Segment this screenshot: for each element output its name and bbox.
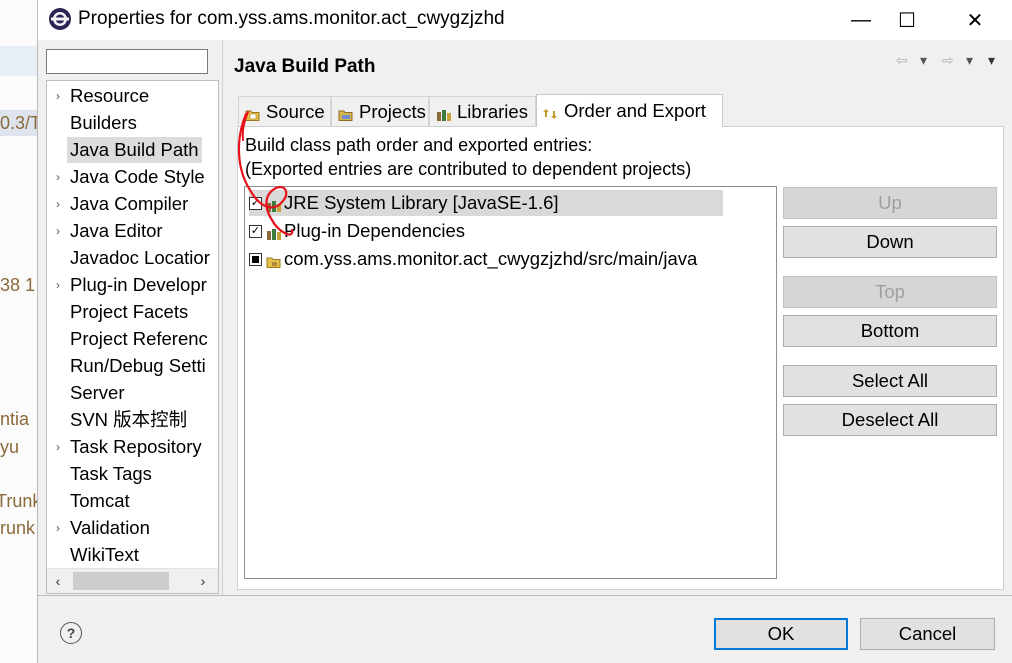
chevron-right-icon[interactable]: › [53,164,63,190]
background-editor-fragment: 0.3/T 38 1 ntia yu Trunk runk [0,0,37,663]
window-title: Properties for com.yss.ams.monitor.act_c… [78,8,505,29]
background-text: runk [0,518,36,538]
up-button[interactable]: Up [783,187,997,219]
properties-dialog: Properties for com.yss.ams.monitor.act_c… [37,0,1012,663]
maximize-button[interactable]: ☐ [884,0,930,40]
scroll-left-icon[interactable]: ‹ [47,569,69,593]
nav-item[interactable]: Java Code Style [70,164,205,190]
scrollbar-thumb[interactable] [73,572,169,590]
footer-separator [38,595,1012,596]
forward-arrow-icon[interactable]: ⇨ [942,52,954,69]
entry-label: Plug-in Dependencies [284,220,466,241]
tab-label: Projects [359,100,426,122]
nav-item[interactable]: Java Editor [70,218,163,244]
close-button[interactable]: ✕ [952,0,998,40]
property-page-tree[interactable]: › Resource Builders Java Build Path › Java Co… [46,80,219,594]
classpath-entries-list[interactable]: ✓ JRE System Library [JavaSE-1.6] ✓ Plug… [244,186,777,579]
nav-item[interactable]: Server [70,380,125,406]
down-button[interactable]: Down [783,226,997,258]
help-icon[interactable]: ? [60,622,82,644]
tree-horizontal-scrollbar[interactable]: ‹ › [47,568,218,593]
libraries-icon [436,105,452,121]
red-annotation-mark [237,111,294,236]
entry-label: JRE System Library [JavaSE-1.6] [284,192,559,213]
nav-item[interactable]: Run/Debug Setti [70,353,206,379]
nav-item[interactable]: Project Facets [70,299,188,325]
list-item[interactable]: com.yss.ams.monitor.act_cwygzjzhd/src/ma… [249,246,697,272]
chevron-right-icon[interactable]: › [53,515,63,541]
page-title: Java Build Path [234,56,376,77]
background-text: yu [0,437,20,457]
order-export-icon [543,104,559,119]
chevron-right-icon[interactable]: › [53,218,63,244]
top-button[interactable]: Top [783,276,997,308]
tab-label: Order and Export [564,100,706,121]
export-checkbox[interactable] [249,252,262,266]
background-text: Trunk [0,491,37,511]
nav-item[interactable]: Resource [70,83,149,109]
nav-item[interactable]: WikiText [70,542,139,568]
entry-label: com.yss.ams.monitor.act_cwygzjzhd/src/ma… [284,248,698,269]
back-arrow-icon[interactable]: ⇦ [896,52,908,69]
chevron-right-icon[interactable]: › [53,272,63,298]
nav-item[interactable]: Java Compiler [70,191,188,217]
cancel-button[interactable]: Cancel [860,618,995,650]
sash-divider[interactable] [222,40,223,595]
description-line-2: (Exported entries are contributed to dep… [245,159,692,179]
bottom-button[interactable]: Bottom [783,315,997,347]
title-bar[interactable]: Properties for com.yss.ams.monitor.act_c… [38,0,1012,40]
tab-label: Libraries [457,100,528,122]
nav-item[interactable]: Tomcat [70,488,130,514]
nav-item[interactable]: Task Tags [70,461,152,487]
list-item[interactable]: ✓ JRE System Library [JavaSE-1.6] [249,190,723,216]
chevron-right-icon[interactable]: › [53,434,63,460]
nav-item[interactable]: Javadoc Locatior [70,245,210,271]
eclipse-icon [49,8,71,30]
background-text: 38 1 [0,275,36,295]
nav-item[interactable]: Plug-in Developr [70,272,207,298]
background-text: 0.3/T [0,113,37,133]
view-menu-icon[interactable]: ▾ [988,52,995,69]
select-all-button[interactable]: Select All [783,365,997,397]
tab-order-and-export[interactable]: Order and Export [536,94,723,127]
ok-button[interactable]: OK [714,618,848,650]
nav-item[interactable]: Project Referenc [70,326,208,352]
tab-projects[interactable]: Projects [331,96,429,126]
nav-item[interactable]: Task Repository [70,434,202,460]
nav-item[interactable]: Java Build Path [67,137,202,163]
package-folder-icon [266,252,282,268]
filter-input[interactable] [46,49,208,74]
scroll-right-icon[interactable]: › [192,569,214,593]
chevron-right-icon[interactable]: › [53,83,63,109]
back-menu-icon[interactable]: ▾ [920,52,927,69]
projects-icon [338,105,354,121]
background-text: ntia [0,409,30,429]
nav-item[interactable]: SVN 版本控制 [70,407,187,433]
minimize-button[interactable]: — [838,0,884,40]
tab-libraries[interactable]: Libraries [429,96,536,126]
deselect-all-button[interactable]: Deselect All [783,404,997,436]
nav-item[interactable]: Builders [70,110,137,136]
chevron-right-icon[interactable]: › [53,191,63,217]
forward-menu-icon[interactable]: ▾ [966,52,973,69]
background-toolbar [0,46,37,76]
nav-item[interactable]: Validation [70,515,150,541]
